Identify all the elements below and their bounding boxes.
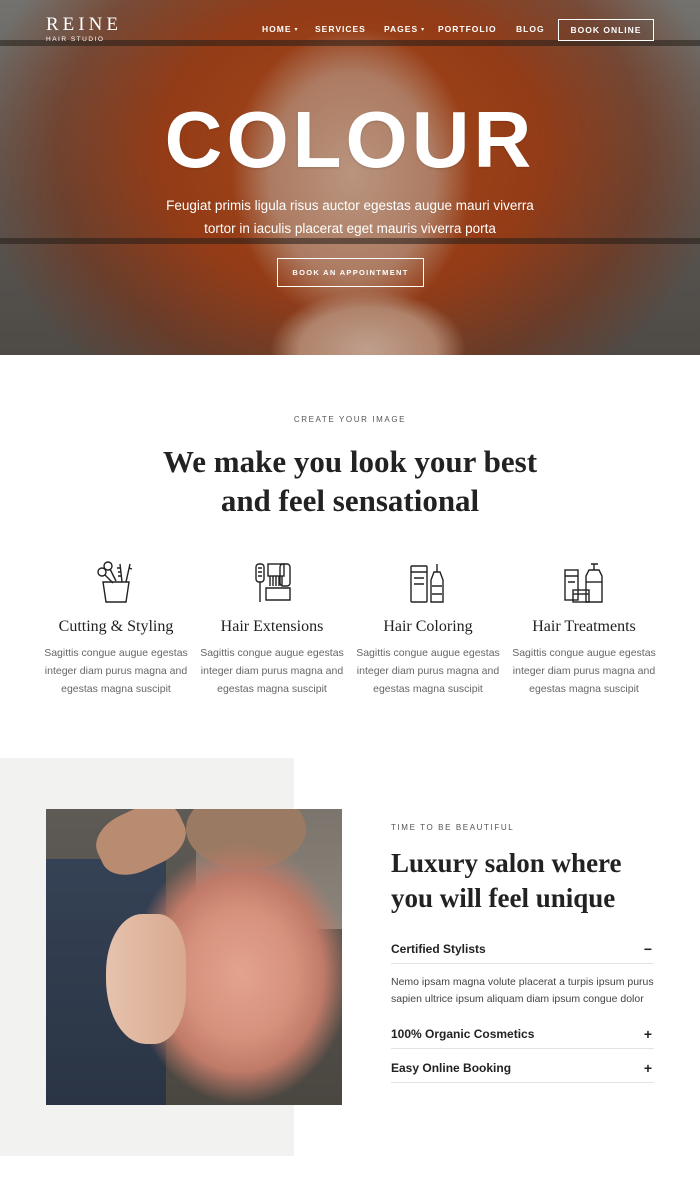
services-title-line: We make you look your best — [162, 444, 538, 479]
book-appointment-button[interactable]: BOOK AN APPOINTMENT — [277, 258, 424, 287]
service-description-line: egestas magna suscipit — [529, 683, 639, 695]
service-title: Hair Extensions — [220, 618, 324, 635]
about-title-line: Luxury salon where — [391, 848, 622, 878]
accordion-header[interactable]: Easy Online Booking + — [391, 1053, 654, 1083]
book-online-button[interactable]: BOOK ONLINE — [558, 19, 654, 41]
plus-icon[interactable]: + — [642, 1026, 654, 1042]
service-description-line: integer diam purus magna and — [200, 665, 344, 677]
nav-label: SERVICES — [315, 24, 366, 34]
services-title: We make you look your best and feel sens… — [0, 442, 700, 520]
service-card-extensions[interactable]: Hair Extensions Sagittis congue augue eg… — [199, 560, 345, 698]
about-eyebrow: TIME TO BE BEAUTIFUL — [391, 823, 515, 832]
site-logo[interactable]: REINE HAIR STUDIO — [46, 15, 122, 44]
nav-label: PAGES — [384, 24, 419, 34]
accordion-label: Easy Online Booking — [391, 1060, 512, 1075]
accordion-certified-stylists: Certified Stylists − Nemo ipsam magna vo… — [391, 934, 654, 1012]
accordion-label: Certified Stylists — [391, 941, 486, 956]
about-title-line: you will feel unique — [391, 883, 616, 913]
plus-icon[interactable]: + — [642, 1060, 654, 1076]
service-card-cutting[interactable]: Cutting & Styling Sagittis congue augue … — [43, 560, 189, 698]
nav-item-portfolio[interactable]: PORTFOLIO — [438, 24, 497, 36]
scissors-comb-cup-icon — [97, 561, 133, 603]
service-description: Sagittis congue augue egestas integer di… — [511, 644, 657, 698]
hero-section: REINE HAIR STUDIO HOME ▾ SERVICES PAGES ▾ … — [0, 0, 700, 355]
nav-label: BLOG — [516, 24, 545, 34]
nav-item-home[interactable]: HOME ▾ — [262, 24, 299, 36]
accordion-body-line: sapien ultrice ipsum aliquam diam ipsum … — [391, 993, 644, 1005]
service-description-line: integer diam purus magna and — [44, 665, 188, 677]
service-description-line: egestas magna suscipit — [217, 683, 327, 695]
accordion-header[interactable]: 100% Organic Cosmetics + — [391, 1019, 654, 1049]
service-title: Cutting & Styling — [58, 618, 174, 635]
salon-photo — [46, 809, 342, 1105]
nav-item-blog[interactable]: BLOG — [516, 24, 545, 36]
services-title-line: and feel sensational — [220, 483, 480, 518]
accordion-label: 100% Organic Cosmetics — [391, 1026, 535, 1041]
hero-description: Feugiat primis ligula risus auctor egest… — [150, 194, 550, 240]
service-description-line: integer diam purus magna and — [512, 665, 656, 677]
service-description-line: egestas magna suscipit — [61, 683, 171, 695]
minus-icon[interactable]: − — [642, 941, 654, 957]
service-description-line: Sagittis congue augue egestas — [200, 647, 344, 659]
logo-tagline: HAIR STUDIO — [46, 36, 105, 43]
service-description-line: egestas magna suscipit — [373, 683, 483, 695]
brushes-comb-icon — [255, 563, 291, 602]
service-title: Hair Treatments — [532, 618, 636, 635]
service-description: Sagittis congue augue egestas integer di… — [43, 644, 189, 698]
dye-bottles-icon — [410, 564, 444, 603]
service-description: Sagittis congue augue egestas integer di… — [199, 644, 345, 698]
about-title: Luxury salon where you will feel unique — [391, 846, 671, 916]
accordion-body: Nemo ipsam magna volute placerat a turpi… — [391, 964, 654, 1012]
service-description-line: Sagittis congue augue egestas — [512, 647, 656, 659]
accordion-online-booking: Easy Online Booking + — [391, 1053, 654, 1083]
service-description-line: integer diam purus magna and — [356, 665, 500, 677]
top-navigation: REINE HAIR STUDIO HOME ▾ SERVICES PAGES ▾ … — [0, 0, 700, 60]
accordion-body-line: Nemo ipsam magna volute placerat a turpi… — [391, 976, 654, 988]
service-card-treatments[interactable]: Hair Treatments Sagittis congue augue eg… — [511, 560, 657, 698]
service-description-line: Sagittis congue augue egestas — [356, 647, 500, 659]
service-card-coloring[interactable]: Hair Coloring Sagittis congue augue eges… — [355, 560, 501, 698]
treatment-products-icon — [564, 563, 603, 603]
logo-name: REINE — [46, 14, 122, 35]
chevron-down-icon: ▾ — [421, 27, 426, 33]
nav-label: HOME — [262, 24, 292, 34]
hero-title: COLOUR — [164, 95, 536, 184]
service-description-line: Sagittis congue augue egestas — [44, 647, 188, 659]
client-face — [106, 914, 186, 1044]
hero-description-line: Feugiat primis ligula risus auctor egest… — [166, 198, 534, 213]
nav-item-services[interactable]: SERVICES — [315, 24, 366, 36]
nav-label: PORTFOLIO — [438, 24, 497, 34]
services-eyebrow: CREATE YOUR IMAGE — [293, 415, 407, 424]
hero-description-line: tortor in iaculis placerat eget mauris v… — [204, 221, 496, 236]
accordion-organic-cosmetics: 100% Organic Cosmetics + — [391, 1019, 654, 1049]
service-title: Hair Coloring — [383, 618, 473, 635]
nav-item-pages[interactable]: PAGES ▾ — [384, 24, 425, 36]
accordion-header[interactable]: Certified Stylists − — [391, 934, 654, 964]
chevron-down-icon: ▾ — [294, 27, 299, 33]
service-description: Sagittis congue augue egestas integer di… — [355, 644, 501, 698]
